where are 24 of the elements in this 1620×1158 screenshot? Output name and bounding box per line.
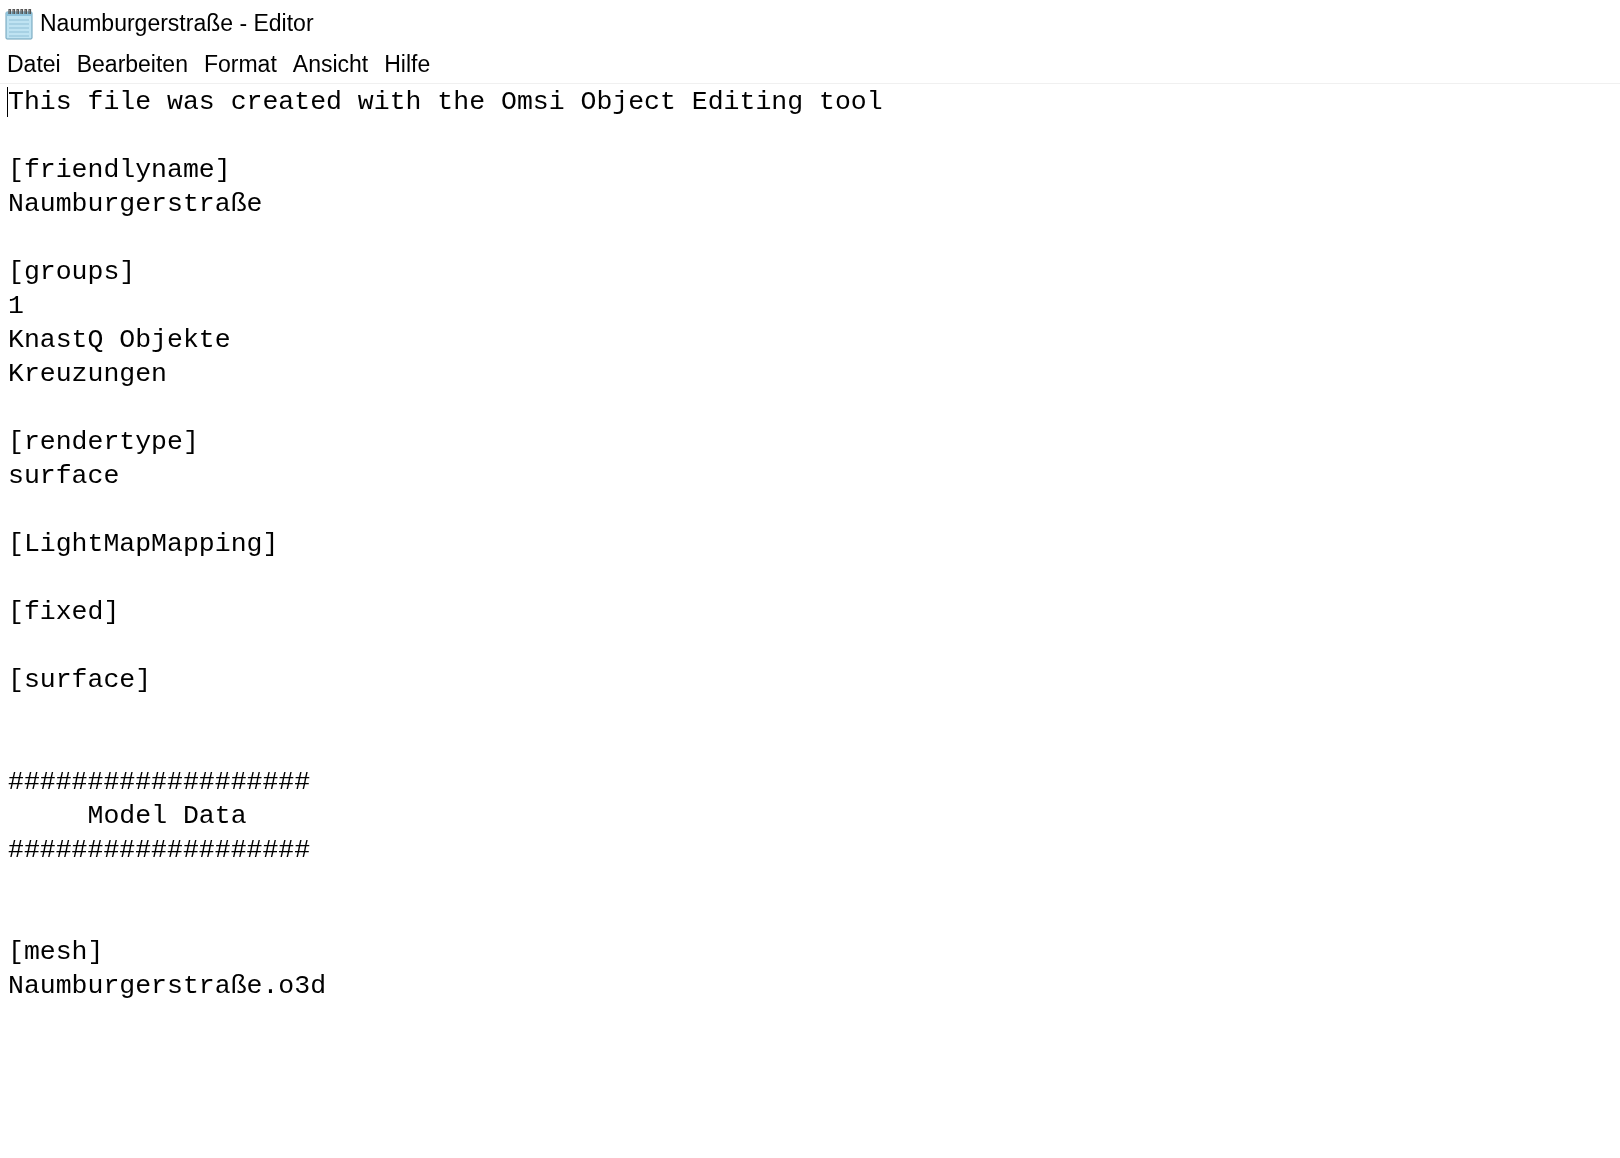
- text-line: Kreuzungen: [8, 359, 168, 389]
- notepad-icon: [4, 7, 34, 40]
- menu-item[interactable]: Hilfe: [377, 49, 438, 81]
- text-line: [friendlyname]: [8, 155, 231, 185]
- menu-item[interactable]: Bearbeiten: [69, 49, 195, 81]
- text-line: Naumburgerstraße.o3d: [8, 971, 327, 1001]
- menu-item[interactable]: Ansicht: [285, 49, 376, 81]
- text-line: ###################: [8, 835, 311, 865]
- text-line: KnastQ Objekte: [8, 325, 231, 355]
- menu-item[interactable]: Format: [196, 49, 284, 81]
- text-line: [groups]: [8, 257, 136, 287]
- menu-item[interactable]: Datei: [0, 49, 68, 81]
- text-line: Model Data: [87, 801, 247, 831]
- text-line: [rendertype]: [8, 427, 199, 457]
- text-line: [surface]: [8, 665, 152, 695]
- text-line: [mesh]: [8, 937, 104, 967]
- text-line: [fixed]: [8, 597, 120, 627]
- window-title: Naumburgerstraße - Editor: [40, 12, 314, 35]
- text-line: 1: [8, 291, 24, 321]
- text-line: [LightMapMapping]: [8, 529, 279, 559]
- text-line: ###################: [8, 767, 311, 797]
- text-line: surface: [8, 461, 120, 491]
- text-line: Naumburgerstraße: [8, 189, 263, 219]
- text-line: This file was created with the Omsi Object Editing tool: [8, 87, 883, 117]
